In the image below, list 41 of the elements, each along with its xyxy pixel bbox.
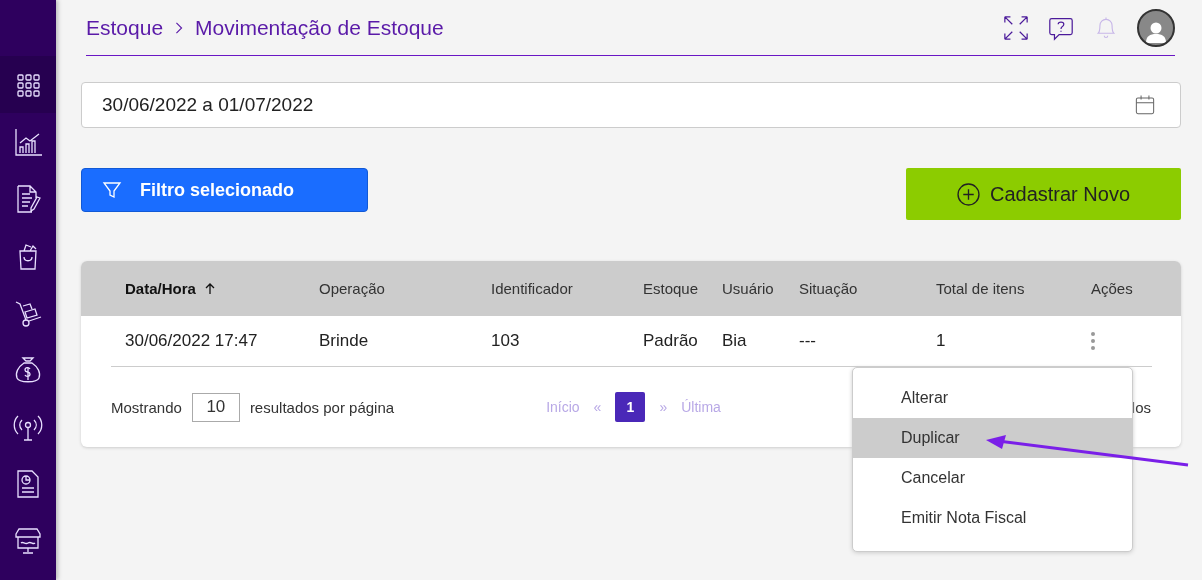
page-button[interactable]: 1	[615, 392, 646, 422]
more-icon[interactable]	[1091, 332, 1095, 350]
column-header[interactable]: Estoque	[643, 280, 722, 297]
chart-icon	[13, 126, 43, 157]
table-cell-text: ---	[799, 331, 817, 351]
table-cell-text: 30/06/2022 17:47	[125, 331, 259, 351]
page-size-field[interactable]: 10	[191, 392, 240, 422]
results-label: los	[1131, 398, 1151, 416]
fullscreen-icon	[1003, 14, 1029, 41]
column-header[interactable]: Situação	[799, 280, 936, 297]
sidebar-item[interactable]	[0, 56, 56, 113]
column-header[interactable]: Ações	[1091, 280, 1181, 297]
breadcrumb-item: Movimentação de Estoque	[195, 15, 444, 40]
date-range-value: 30/06/2022 a 01/07/2022	[102, 94, 315, 116]
column-header[interactable]: Total de itens	[936, 280, 1091, 297]
table-cell-text: 1	[936, 331, 947, 351]
plus-circle-icon	[956, 182, 980, 206]
table-cell-text: Brinde	[319, 331, 370, 351]
calendar-icon	[1134, 94, 1156, 116]
showing-label: Mostrando	[111, 398, 182, 416]
column-header[interactable]: Data/Hora	[125, 280, 196, 297]
column-header[interactable]: Operação	[319, 280, 491, 297]
table-cell-text: Bia	[722, 331, 748, 351]
avatar[interactable]	[1137, 8, 1175, 47]
date-range-field[interactable]: 30/06/2022 a 01/07/2022	[81, 82, 1181, 128]
column-header[interactable]: Identificador	[491, 280, 643, 297]
new-button[interactable]: Cadastrar Novo	[906, 168, 1181, 220]
filter-button[interactable]: Filtro selecionado	[81, 168, 368, 212]
per-page-label: resultados por página	[249, 398, 395, 416]
menu-item[interactable]: Cancelar	[853, 458, 1132, 498]
breadcrumb-item[interactable]: Estoque	[86, 15, 164, 40]
menu-item[interactable]: Emitir Nota Fiscal	[853, 498, 1132, 538]
money-bag-icon	[13, 354, 43, 385]
filter-icon	[102, 180, 122, 200]
table-cell-text: Padrão	[643, 331, 699, 351]
sort-arrow-icon	[203, 281, 216, 296]
menu-item[interactable]: Duplicar	[853, 418, 1132, 458]
menu-item[interactable]: Alterar	[853, 378, 1132, 418]
column-header[interactable]: Usuário	[722, 280, 799, 297]
storefront-icon	[13, 525, 43, 556]
table-cell-text: 103	[491, 331, 521, 351]
